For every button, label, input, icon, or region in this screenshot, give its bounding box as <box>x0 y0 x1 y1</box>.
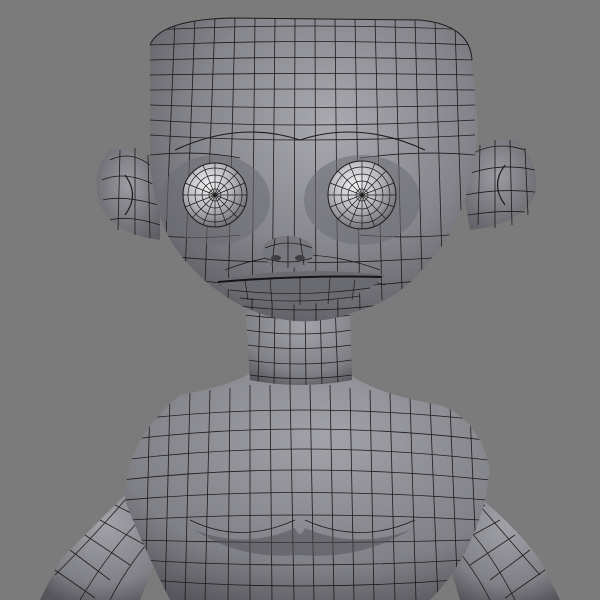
character-render <box>40 17 560 600</box>
left-eye <box>182 162 248 228</box>
3d-viewport[interactable] <box>0 0 600 600</box>
nose <box>262 236 314 268</box>
right-eye <box>327 160 397 230</box>
torso <box>125 370 490 600</box>
